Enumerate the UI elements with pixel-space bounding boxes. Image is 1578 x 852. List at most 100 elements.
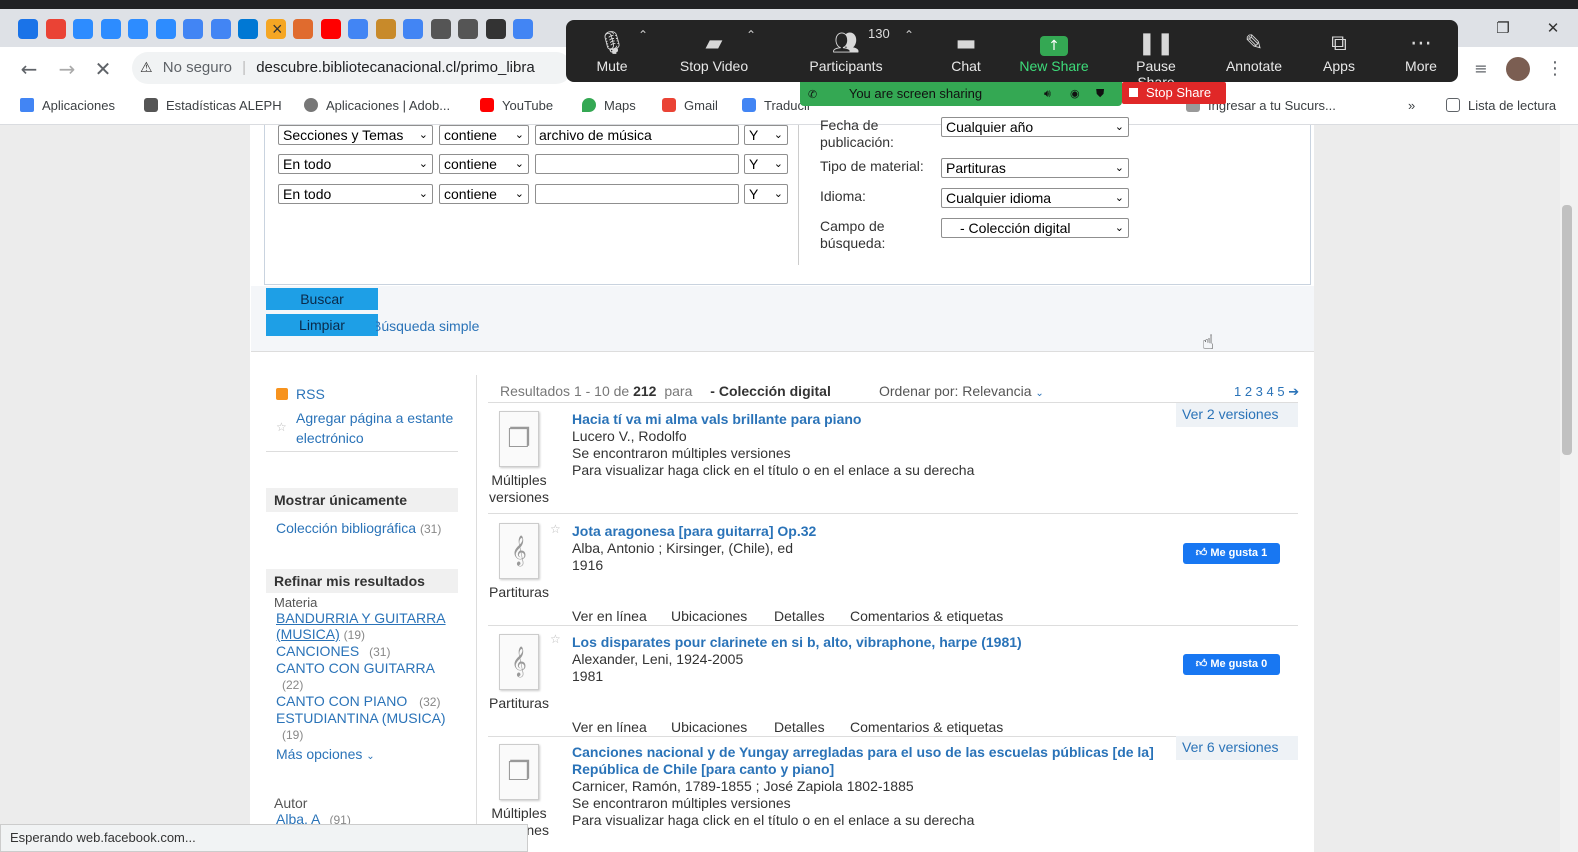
music-score-icon[interactable]: 𝄞 [499,523,539,579]
youtube-icon[interactable] [320,19,341,39]
search-term-input[interactable]: archivo de música [535,125,739,145]
ubicaciones-link[interactable]: Ubicaciones [671,719,747,736]
avatar[interactable] [1506,57,1530,81]
bookmark-maps[interactable]: Maps [582,98,636,113]
busqueda-simple-link[interactable]: Búsqueda simple [376,318,479,334]
reading-list[interactable]: Lista de lectura [1446,98,1556,113]
star-icon[interactable]: ☆ [550,632,561,646]
more-button[interactable]: ⋯ More [1394,20,1448,82]
idioma-select[interactable]: Cualquier idioma ⌄ [941,188,1129,208]
ubicaciones-link[interactable]: Ubicaciones [671,608,747,625]
bookmark-aplicaciones[interactable]: Aplicaciones [20,98,115,113]
annotate-button[interactable]: ✎ Annotate [1218,20,1290,82]
record-icon[interactable]: ◉ [1070,82,1080,106]
record-title[interactable]: Hacia tí va mi alma vals brillante para … [572,411,861,428]
apps-button[interactable]: ⧉ Apps [1316,20,1362,82]
bookmark-youtube[interactable]: YouTube [480,98,553,113]
scope-select[interactable]: En todo ⌄ [278,184,433,204]
chevron-up-icon[interactable]: ⌃ [638,28,648,42]
ver-en-linea-link[interactable]: Ver en línea [572,719,647,736]
search-term-input[interactable] [535,154,739,174]
detalles-link[interactable]: Detalles [774,719,825,736]
butterfly-icon[interactable] [375,19,396,39]
restore-window-icon[interactable]: ❐ [1488,17,1518,39]
boolean-select[interactable]: Y ⌄ [744,154,788,174]
facet-item[interactable]: CANTO CON GUITARRA (22) [276,660,456,693]
record-title-line2[interactable]: República de Chile [para canto y piano] [572,761,834,778]
globe-icon[interactable] [458,19,478,39]
address-bar[interactable]: ⚠ No seguro | descubre.bibliotecanaciona… [132,52,572,84]
zoom-icon[interactable] [73,19,93,39]
chat-button[interactable]: ▬ Chat [936,20,996,82]
star-icon[interactable]: ☆ [550,522,561,536]
comentarios-link[interactable]: Comentarios & etiquetas [850,608,1003,625]
new-share-button[interactable]: ↑ New Share [1018,20,1090,82]
multiple-versions-icon[interactable]: ❐ [499,411,539,467]
bookmark-adobe[interactable]: Aplicaciones | Adob... [304,98,450,113]
chevron-up-icon[interactable]: ⌃ [904,28,914,42]
zoom-icon[interactable] [128,19,148,39]
chrome-icon[interactable] [183,19,203,39]
operator-select[interactable]: contiene ⌄ [439,154,529,174]
limpiar-button[interactable]: Limpiar [266,314,378,336]
mute-button[interactable]: 🎙︎ Mute [584,20,640,82]
record-title[interactable]: Los disparates pour clarinete en si b, a… [572,634,1022,651]
multiple-versions-icon[interactable]: ❐ [499,744,539,800]
record-title[interactable]: Canciones nacional y de Yungay arreglada… [572,744,1154,761]
outlook-icon[interactable] [238,19,258,39]
close-window-icon[interactable]: ✕ [1538,17,1568,39]
google-icon[interactable] [348,19,368,39]
bookmark-gmail[interactable]: Gmail [662,98,718,113]
tipo-material-select[interactable]: Partituras ⌄ [941,158,1129,178]
media-control-icon[interactable]: ≡ [1468,56,1494,82]
chrome-icon[interactable] [210,19,231,39]
operator-select[interactable]: contiene ⌄ [439,125,529,145]
buscar-button[interactable]: Buscar [266,288,378,310]
globe-icon[interactable] [430,19,451,39]
music-score-icon[interactable]: 𝄞 [499,634,539,690]
rss-link[interactable]: RSS [296,386,325,402]
ver-en-linea-link[interactable]: Ver en línea [572,608,647,625]
facet-item[interactable]: BANDURRIA Y GUITARRA (MUSICA) (19) [276,610,456,643]
stop-share-button[interactable]: Stop Share [1122,82,1226,104]
more-options-link[interactable]: Más opciones ⌄ [276,746,375,762]
back-icon[interactable]: ← [16,56,42,82]
bookmark-aleph[interactable]: Estadísticas ALEPH [144,98,282,113]
fecha-select[interactable]: Cualquier año ⌄ [941,117,1129,137]
zoom-icon[interactable] [100,19,121,39]
github-icon[interactable] [485,19,506,39]
calendar-icon[interactable] [18,19,38,39]
google-icon[interactable] [403,19,423,39]
close-tab-icon[interactable]: × [272,19,283,40]
stop-loading-icon[interactable]: ✕ [90,56,116,82]
collection-facet[interactable]: Colección bibliográfica (31) [276,520,441,536]
scope-select[interactable]: Secciones y Temas ⌄ [278,125,433,145]
zoom-icon[interactable] [155,19,176,39]
sort-control[interactable]: Ordenar por: Relevancia ⌄ [879,383,1044,399]
menu-kebab-icon[interactable]: ⋮ [1542,56,1568,82]
facet-item[interactable]: CANCIONES (31) [276,643,456,660]
next-page-icon[interactable]: ➔ [1288,385,1299,400]
gmail-icon[interactable] [45,19,66,39]
like-button[interactable]: 👍︎ Me gusta 0 [1183,654,1280,675]
record-title[interactable]: Jota aragonesa [para guitarra] Op.32 [572,523,816,540]
chevron-up-icon[interactable]: ⌃ [746,28,756,42]
like-button[interactable]: 👍︎ Me gusta 1 [1183,543,1280,564]
more-bookmarks-icon[interactable]: » [1408,98,1415,113]
chrome-icon[interactable] [513,19,533,39]
facet-item[interactable]: CANTO CON PIANO (32) [276,693,456,710]
arc-icon[interactable] [293,19,313,39]
versions-link[interactable]: Ver 2 versiones [1176,403,1298,427]
detalles-link[interactable]: Detalles [774,608,825,625]
operator-select[interactable]: contiene ⌄ [439,184,529,204]
scrollbar-thumb[interactable] [1562,205,1572,455]
scope-select[interactable]: En todo ⌄ [278,154,433,174]
pagination[interactable]: 1 2 3 4 5 ➔ [1234,384,1299,400]
comentarios-link[interactable]: Comentarios & etiquetas [850,719,1003,736]
campo-busqueda-select[interactable]: - Colección digital ⌄ [941,218,1129,238]
stop-video-button[interactable]: ▰ Stop Video [672,20,756,82]
boolean-select[interactable]: Y ⌄ [744,184,788,204]
forward-icon[interactable]: → [54,56,80,82]
search-term-input[interactable] [535,184,739,204]
boolean-select[interactable]: Y ⌄ [744,125,788,145]
